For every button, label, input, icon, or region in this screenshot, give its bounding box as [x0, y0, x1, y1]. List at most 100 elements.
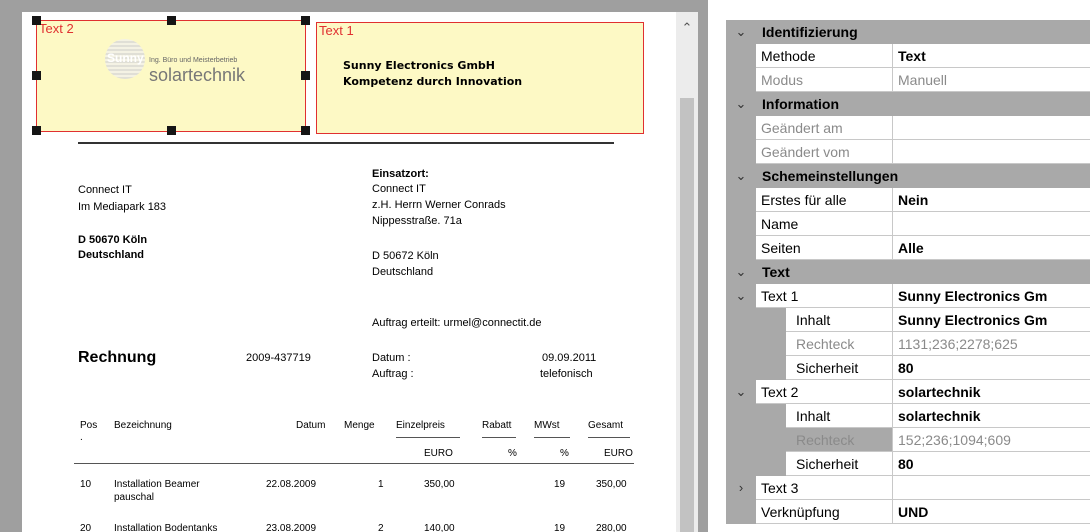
resize-handle[interactable] — [167, 16, 176, 25]
prop-name-field[interactable]: Name — [726, 212, 1090, 236]
property-grid: ⌄ Identifizierung Methode Text Modus Man… — [726, 0, 1090, 532]
row-menge: 1 — [378, 479, 384, 490]
prop-text-1-sicherheit[interactable]: Sicherheit 80 — [726, 356, 1090, 380]
col-bezeichnung: Bezeichnung — [114, 420, 172, 431]
row-bezeichnung: Installation Beamer — [114, 479, 200, 490]
col-einzelpreis: Einzelpreis — [396, 420, 445, 431]
prop-value[interactable]: Sunny Electronics Gm — [893, 308, 1090, 332]
row-datum: 22.08.2009 — [266, 479, 317, 490]
prop-text-1-rechteck[interactable]: Rechteck 1131;236;2278;625 — [726, 332, 1090, 356]
prop-text-3[interactable]: › Text 3 — [726, 476, 1090, 500]
prop-value[interactable]: Sunny Electronics Gm — [893, 284, 1090, 308]
resize-handle[interactable] — [301, 16, 310, 25]
underline — [534, 437, 570, 438]
col-rabatt: Rabatt — [482, 420, 512, 431]
row-bezeichnung-2: pauschal — [114, 492, 155, 503]
prop-verknuepfung[interactable]: Verknüpfung UND — [726, 500, 1090, 524]
document-viewer: Text 2 Sunny Ing. Büro und Meisterbetrie… — [0, 0, 708, 532]
prop-erstes-fuer-alle[interactable]: Erstes für alle Nein — [726, 188, 1090, 212]
prop-value — [893, 116, 1090, 140]
chevron-down-icon[interactable]: ⌄ — [726, 380, 756, 404]
zone-text-1[interactable]: Text 1 Sunny Electronics GmbH Kompetenz … — [316, 22, 644, 134]
prop-text-2[interactable]: ⌄ Text 2 solartechnik — [726, 380, 1090, 404]
prop-name: Sicherheit — [786, 356, 893, 380]
prop-value[interactable]: Nein — [893, 188, 1090, 212]
row-pos: 20 — [80, 523, 92, 532]
row-pos: 10 — [80, 479, 92, 490]
prop-geaendert-am[interactable]: Geändert am — [726, 116, 1090, 140]
prop-name: Methode — [756, 44, 893, 68]
prop-text-1[interactable]: ⌄ Text 1 Sunny Electronics Gm — [726, 284, 1090, 308]
prop-text-2-sicherheit[interactable]: Sicherheit 80 — [726, 452, 1090, 476]
prop-value[interactable] — [893, 212, 1090, 236]
prop-value[interactable]: Text — [893, 44, 1090, 68]
logo-sun-icon: Sunny — [105, 39, 145, 79]
resize-handle[interactable] — [32, 126, 41, 135]
prop-name: Rechteck — [786, 332, 893, 356]
section-title: Schemeinstellungen — [762, 168, 899, 184]
auftrag-label: Auftrag : — [372, 368, 414, 380]
prop-value: 152;236;1094;609 — [893, 428, 1090, 452]
resize-handle[interactable] — [32, 16, 41, 25]
prop-value[interactable]: solartechnik — [893, 380, 1090, 404]
divider — [78, 142, 614, 144]
prop-value[interactable]: Alle — [893, 236, 1090, 260]
chevron-down-icon[interactable]: ⌄ — [726, 284, 756, 308]
prop-text-1-inhalt[interactable]: Inhalt Sunny Electronics Gm — [726, 308, 1090, 332]
prop-value — [893, 140, 1090, 164]
prop-value[interactable]: 80 — [893, 356, 1090, 380]
prop-name: Sicherheit — [786, 452, 893, 476]
prop-name: Name — [756, 212, 893, 236]
unit-mwst: % — [560, 448, 569, 459]
chevron-down-icon[interactable]: ⌄ — [726, 20, 756, 44]
prop-text-2-rechteck[interactable]: Rechteck 152;236;1094;609 — [726, 428, 1090, 452]
einsatzort-line: Deutschland — [372, 266, 434, 278]
company-name: Sunny Electronics GmbH — [343, 59, 495, 72]
resize-handle[interactable] — [301, 71, 310, 80]
prop-geaendert-vom[interactable]: Geändert vom — [726, 140, 1090, 164]
prop-seiten[interactable]: Seiten Alle — [726, 236, 1090, 260]
chevron-down-icon[interactable]: ⌄ — [726, 260, 756, 284]
section-text[interactable]: ⌄ Text — [726, 260, 1090, 284]
prop-name: Geändert vom — [756, 140, 893, 164]
einsatzort-line: Connect IT — [372, 183, 426, 195]
zone-text-2[interactable]: Text 2 Sunny Ing. Büro und Meisterbetrie… — [36, 20, 306, 132]
chevron-right-icon[interactable]: › — [726, 476, 756, 500]
underline — [396, 437, 460, 438]
prop-name: Inhalt — [786, 404, 893, 428]
unit-rabatt: % — [508, 448, 517, 459]
prop-modus[interactable]: Modus Manuell — [726, 68, 1090, 92]
section-schemeinstellungen[interactable]: ⌄ Schemeinstellungen — [726, 164, 1090, 188]
section-title: Information — [762, 96, 839, 112]
prop-methode[interactable]: Methode Text — [726, 44, 1090, 68]
section-title: Identifizierung — [762, 24, 858, 40]
col-menge: Menge — [344, 420, 375, 431]
row-gesamt: 280,00 — [596, 523, 627, 532]
resize-handle[interactable] — [167, 126, 176, 135]
scroll-up-arrow-icon[interactable]: ⌃ — [676, 20, 698, 36]
recipient-line: Connect IT — [78, 184, 132, 196]
scroll-thumb[interactable] — [680, 98, 694, 532]
prop-value[interactable] — [893, 476, 1090, 500]
prop-value[interactable]: UND — [893, 500, 1090, 524]
prop-value[interactable]: 80 — [893, 452, 1090, 476]
prop-text-2-inhalt[interactable]: Inhalt solartechnik — [726, 404, 1090, 428]
resize-handle[interactable] — [301, 126, 310, 135]
section-information[interactable]: ⌄ Information — [726, 92, 1090, 116]
chevron-down-icon[interactable]: ⌄ — [726, 164, 756, 188]
row-mwst: 19 — [554, 479, 566, 490]
prop-name: Text 1 — [756, 284, 893, 308]
prop-value: 1131;236;2278;625 — [893, 332, 1090, 356]
unit-gesamt: EURO — [604, 448, 633, 459]
col-pos-dot: . — [80, 432, 83, 443]
einsatzort-heading: Einsatzort: — [372, 168, 429, 180]
prop-value[interactable]: solartechnik — [893, 404, 1090, 428]
recipient-country: Deutschland — [78, 249, 145, 261]
recipient-line: Im Mediapark 183 — [78, 201, 167, 213]
vertical-scrollbar[interactable]: ⌃ — [676, 12, 698, 532]
resize-handle[interactable] — [32, 71, 41, 80]
section-identifizierung[interactable]: ⌄ Identifizierung — [726, 20, 1090, 44]
chevron-down-icon[interactable]: ⌄ — [726, 92, 756, 116]
prop-name: Modus — [756, 68, 893, 92]
row-menge: 2 — [378, 523, 384, 532]
